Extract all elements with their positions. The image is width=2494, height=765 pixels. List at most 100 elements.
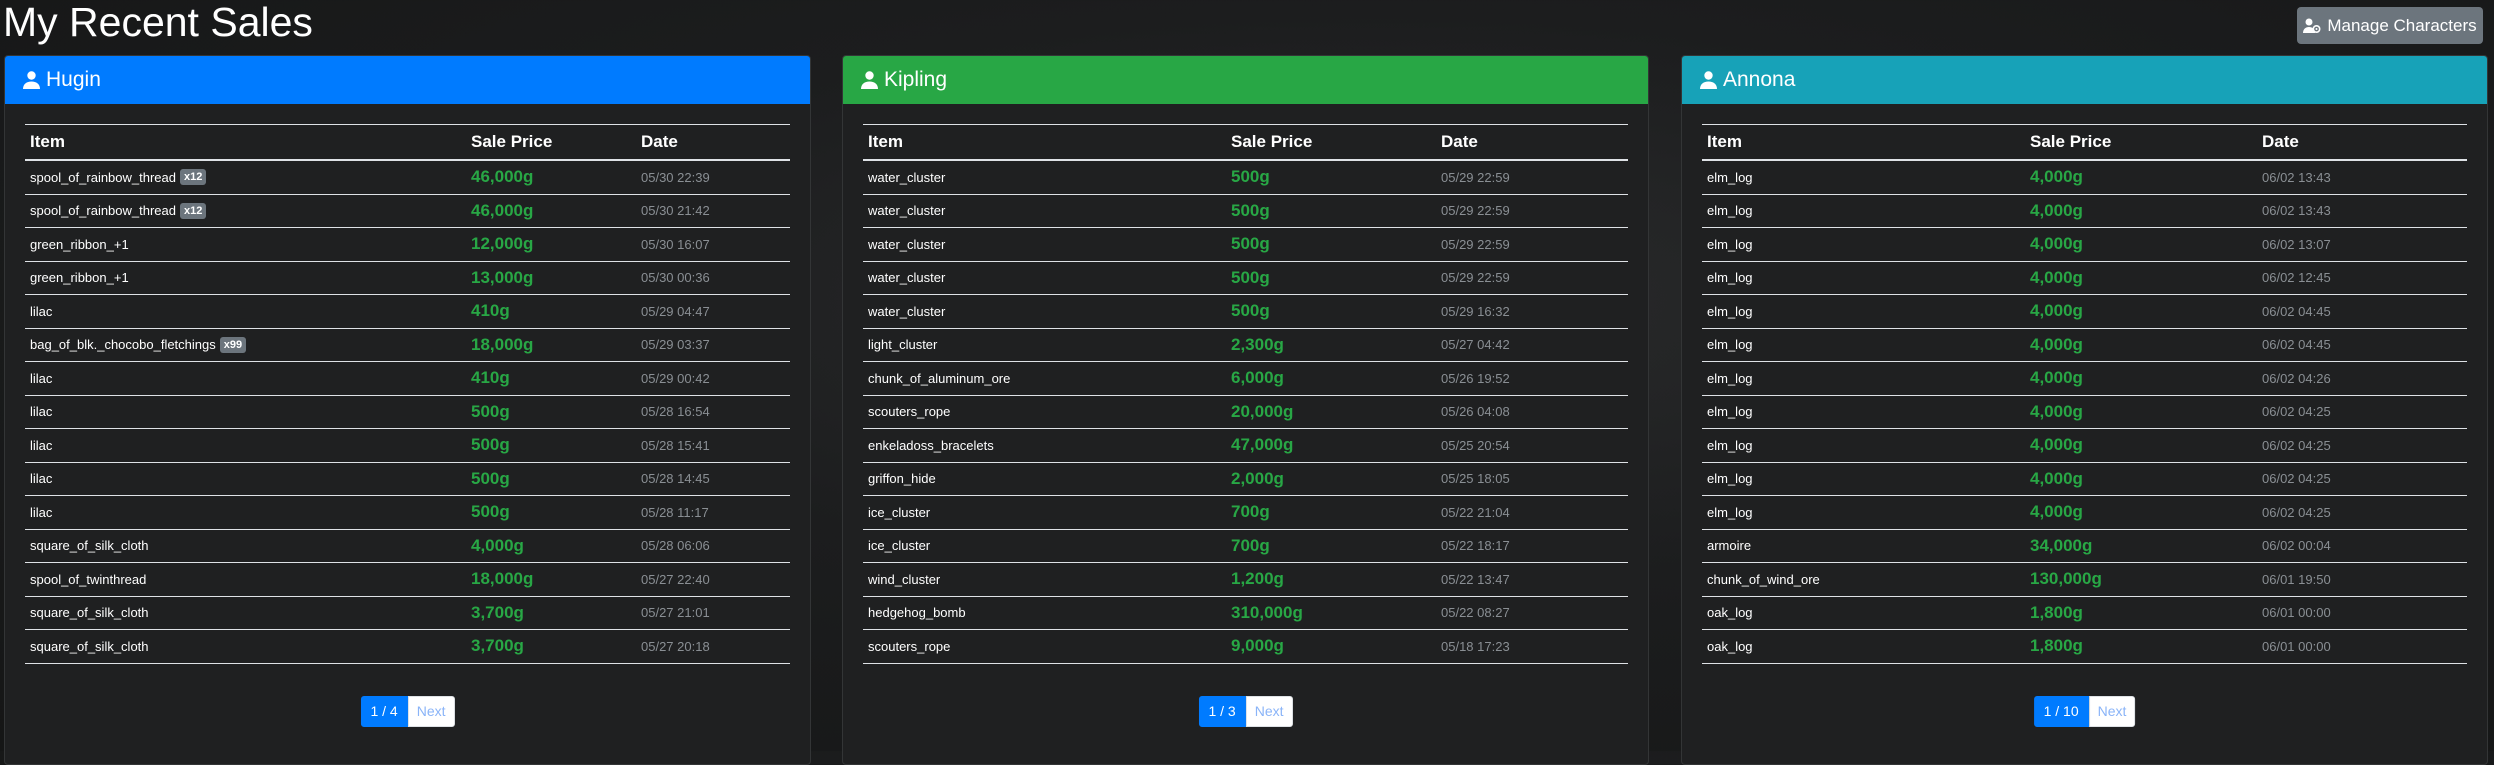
sale-price: 700g (1231, 535, 1270, 555)
item-cell: square_of_silk_cloth (25, 538, 471, 553)
item-cell: water_cluster (863, 270, 1231, 285)
item-cell: square_of_silk_cloth (25, 605, 471, 620)
next-page-button[interactable]: Next (1245, 696, 1293, 727)
table-row: bag_of_blk._chocobo_fletchings x99 18,00… (25, 329, 790, 362)
sale-date: 06/02 13:43 (2262, 169, 2331, 185)
header-item: Item (1707, 132, 1742, 151)
item-name: elm_log (1707, 504, 1753, 520)
item-name: elm_log (1707, 370, 1753, 386)
table-row: spool_of_rainbow_thread x12 46,000g 05/3… (25, 161, 790, 195)
sale-date: 05/25 18:05 (1441, 471, 1510, 487)
sale-price: 130,000g (2030, 569, 2102, 589)
item-cell: elm_log (1702, 438, 2030, 453)
item-name: elm_log (1707, 437, 1753, 453)
item-name: square_of_silk_cloth (30, 605, 149, 621)
sale-price: 3,700g (471, 636, 524, 656)
table-row: square_of_silk_cloth 3,700g 05/27 20:18 (25, 630, 790, 664)
sale-price: 2,000g (1231, 468, 1284, 488)
item-cell: lilac (25, 505, 471, 520)
sale-date: 06/02 12:45 (2262, 270, 2331, 286)
card-header: Hugin (5, 56, 810, 104)
sale-date: 05/22 21:04 (1441, 504, 1510, 520)
sale-date: 05/29 03:37 (641, 337, 710, 353)
sale-date: 06/02 04:25 (2262, 437, 2331, 453)
item-cell: elm_log (1702, 237, 2030, 252)
table-row: lilac 500g 05/28 14:45 (25, 463, 790, 496)
current-page: 1 / 4 (360, 696, 408, 727)
item-name: wind_cluster (868, 571, 941, 587)
item-name: elm_log (1707, 404, 1753, 420)
table-row: square_of_silk_cloth 3,700g 05/27 21:01 (25, 597, 790, 630)
sale-date: 06/02 04:25 (2262, 404, 2331, 420)
next-page-button[interactable]: Next (407, 696, 455, 727)
item-cell: elm_log (1702, 371, 2030, 386)
table-row: armoire 34,000g 06/02 00:04 (1702, 530, 2467, 563)
table-row: water_cluster 500g 05/29 22:59 (863, 262, 1628, 295)
item-name: lilac (30, 504, 53, 520)
sale-date: 05/30 16:07 (641, 236, 710, 252)
pagination: 1 / 10 Next (2033, 696, 2136, 727)
next-page-button[interactable]: Next (2088, 696, 2136, 727)
item-cell: oak_log (1702, 605, 2030, 620)
item-name: elm_log (1707, 236, 1753, 252)
item-name: elm_log (1707, 337, 1753, 353)
sale-date: 06/02 04:45 (2262, 337, 2331, 353)
table-row: elm_log 4,000g 06/02 04:25 (1702, 429, 2467, 463)
item-cell: bag_of_blk._chocobo_fletchings x99 (25, 336, 471, 353)
item-name: chunk_of_aluminum_ore (868, 370, 1011, 386)
item-name: green_ribbon_+1 (30, 236, 129, 252)
sale-date: 06/01 00:00 (2262, 605, 2331, 621)
quantity-badge: x12 (180, 202, 207, 219)
sale-date: 05/27 20:18 (641, 638, 710, 654)
sale-price: 18,000g (471, 569, 534, 589)
sale-date: 05/22 08:27 (1441, 605, 1510, 621)
table-row: light_cluster 2,300g 05/27 04:42 (863, 329, 1628, 362)
item-cell: green_ribbon_+1 (25, 270, 471, 285)
item-cell: ice_cluster (863, 505, 1231, 520)
sale-date: 05/29 00:42 (641, 370, 710, 386)
item-cell: wind_cluster (863, 572, 1231, 587)
item-cell: lilac (25, 304, 471, 319)
item-cell: elm_log (1702, 203, 2030, 218)
item-name: square_of_silk_cloth (30, 638, 149, 654)
item-name: elm_log (1707, 203, 1753, 219)
table-row: elm_log 4,000g 06/02 13:43 (1702, 161, 2467, 195)
sale-price: 3,700g (471, 602, 524, 622)
item-name: scouters_rope (868, 404, 951, 420)
item-name: elm_log (1707, 270, 1753, 286)
sale-price: 20,000g (1231, 401, 1294, 421)
item-name: griffon_hide (868, 471, 936, 487)
item-name: spool_of_rainbow_thread (30, 169, 176, 185)
item-name: ice_cluster (868, 538, 931, 554)
item-name: armoire (1707, 538, 1752, 554)
table-row: elm_log 4,000g 06/02 04:45 (1702, 329, 2467, 362)
sale-date: 06/02 04:45 (2262, 303, 2331, 319)
sale-price: 46,000g (471, 167, 534, 187)
item-cell: elm_log (1702, 170, 2030, 185)
sale-date: 06/01 00:00 (2262, 638, 2331, 654)
sale-price: 500g (1231, 267, 1270, 287)
sale-date: 05/28 15:41 (641, 437, 710, 453)
card-header: Kipling (843, 56, 1648, 104)
item-name: lilac (30, 370, 53, 386)
sale-price: 4,000g (2030, 200, 2083, 220)
manage-characters-button[interactable]: Manage Characters (2297, 7, 2483, 44)
table-row: elm_log 4,000g 06/02 04:25 (1702, 463, 2467, 496)
sale-price: 500g (471, 401, 510, 421)
table-header: Item Sale Price Date (863, 124, 1628, 161)
sale-date: 06/01 19:50 (2262, 571, 2331, 587)
item-name: water_cluster (868, 303, 946, 319)
sale-price: 4,000g (2030, 368, 2083, 388)
item-name: oak_log (1707, 605, 1753, 621)
user-icon (1700, 71, 1717, 89)
item-cell: hedgehog_bomb (863, 605, 1231, 620)
table-row: chunk_of_aluminum_ore 6,000g 05/26 19:52 (863, 362, 1628, 396)
sale-price: 500g (471, 468, 510, 488)
item-name: green_ribbon_+1 (30, 270, 129, 286)
sale-price: 4,000g (2030, 301, 2083, 321)
item-cell: chunk_of_aluminum_ore (863, 371, 1231, 386)
item-cell: elm_log (1702, 404, 2030, 419)
sale-price: 1,800g (2030, 636, 2083, 656)
sale-price: 2,300g (1231, 334, 1284, 354)
header-sale-price: Sale Price (471, 132, 553, 151)
